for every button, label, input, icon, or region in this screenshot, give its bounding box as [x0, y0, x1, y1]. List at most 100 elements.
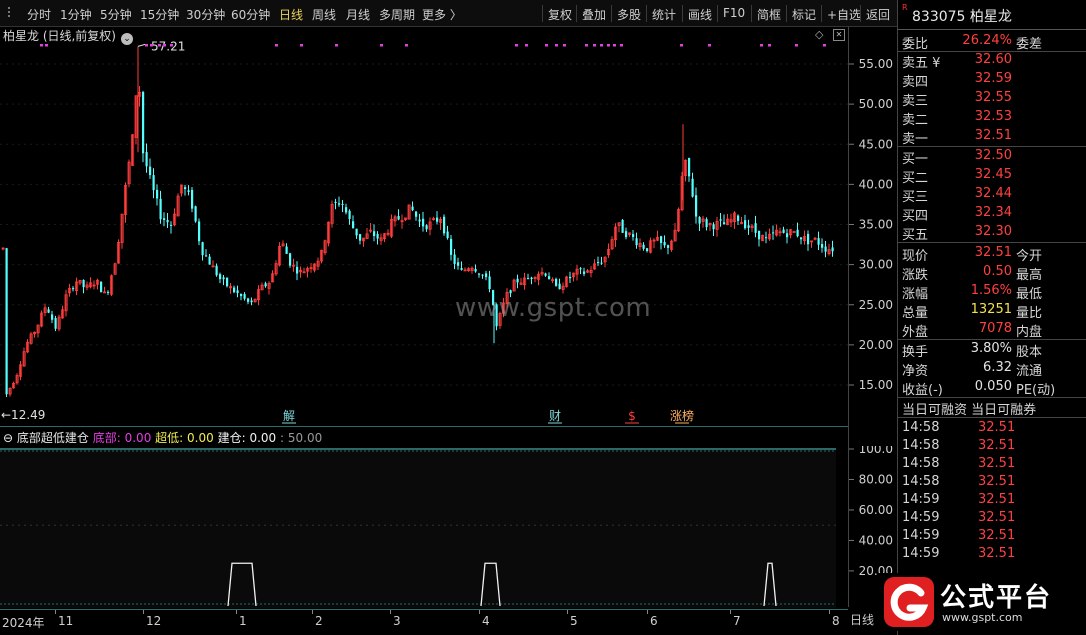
- candle-body: [159, 198, 162, 220]
- diamond-icon[interactable]: ◇: [815, 28, 823, 41]
- stock-code-name[interactable]: 833075 柏星龙: [912, 6, 1012, 26]
- quote-value: 3.80%: [970, 341, 1012, 356]
- y-tick-label: 35.00: [859, 218, 893, 232]
- function-button-7[interactable]: 标记: [792, 6, 816, 23]
- function-button-3[interactable]: 统计: [652, 6, 676, 23]
- quote-panel: R 833075 柏星龙 委比 26.24% 委差 卖五 ¥32.60 卖四 32.59 卖…: [897, 0, 1086, 635]
- event-marker-label: 财: [549, 409, 561, 423]
- quote-value: 32.45: [974, 167, 1012, 182]
- candle-body: [488, 276, 491, 290]
- quote-row: 现价 32.51 今开: [898, 244, 1086, 264]
- period-tab-0[interactable]: 分时: [27, 6, 51, 23]
- function-button-6[interactable]: 简框: [757, 6, 781, 23]
- period-tab-2[interactable]: 5分钟: [100, 6, 132, 23]
- event-marker-1: 财: [548, 409, 562, 424]
- tick-price: 32.51: [978, 510, 1016, 525]
- candle-body: [373, 231, 376, 237]
- date-label: 2: [315, 614, 323, 628]
- candle-body: [82, 279, 85, 288]
- signal-dot: [158, 44, 161, 47]
- candle-body: [485, 273, 488, 278]
- brand-logo: 公式平台 www.gspt.com: [878, 573, 1083, 631]
- candle-body: [187, 190, 190, 193]
- period-button[interactable]: 日线: [850, 611, 874, 628]
- brand-url: www.gspt.com: [942, 611, 1023, 624]
- date-label: 5: [570, 614, 578, 628]
- candle-body: [156, 189, 159, 199]
- date-tick: [55, 610, 56, 614]
- tick-time: 14:58: [902, 420, 940, 435]
- high-pointer: [137, 43, 146, 47]
- quote-label: 总量: [902, 306, 929, 321]
- function-button-0[interactable]: 复权: [548, 6, 572, 23]
- quote-row: 卖一 32.51: [898, 127, 1086, 147]
- function-button-4[interactable]: 画线: [688, 6, 712, 23]
- quote-label: 委比: [902, 37, 929, 52]
- candle-body: [345, 207, 348, 213]
- candle-body: [705, 219, 708, 228]
- axis-divider: [848, 27, 849, 607]
- low-label: ←12.49: [1, 408, 45, 422]
- signal-dot: [545, 44, 548, 47]
- quote-row: 外盘 7078 内盘: [898, 320, 1086, 340]
- close-icon[interactable]: ✕: [833, 29, 845, 41]
- indicator-label-1: 底部:: [92, 431, 121, 445]
- tick-row: 14:58 32.51: [898, 419, 1086, 437]
- period-tab-7[interactable]: 周线: [312, 6, 336, 23]
- candle-body: [240, 294, 243, 297]
- period-tab-1[interactable]: 1分钟: [60, 6, 92, 23]
- quote-label: 净资: [902, 364, 929, 379]
- signal-dot: [163, 44, 166, 47]
- period-tab-10[interactable]: 更多 〉: [422, 6, 462, 23]
- toolbar-grip-icon[interactable]: [6, 5, 14, 21]
- period-tab-3[interactable]: 15分钟: [140, 6, 179, 23]
- indicator-chart[interactable]: 100.080.0060.0040.0020.00: [0, 446, 897, 609]
- collapse-icon[interactable]: ⊖: [3, 431, 13, 445]
- period-tab-9[interactable]: 多周期: [379, 6, 415, 23]
- date-tick: [312, 610, 313, 614]
- candle-body: [352, 221, 355, 229]
- signal-dot: [335, 44, 338, 47]
- quote-value: 32.30: [974, 224, 1012, 239]
- function-button-1[interactable]: 叠加: [582, 6, 606, 23]
- date-label: 7: [733, 614, 741, 628]
- quote-label: 涨幅: [902, 287, 929, 302]
- signal-dot: [150, 44, 153, 47]
- candle-body: [72, 288, 75, 290]
- candle-body: [296, 266, 299, 274]
- date-label: 3: [393, 614, 401, 628]
- quote-label: 卖五 ¥: [902, 56, 941, 71]
- function-button-2[interactable]: 多股: [617, 6, 641, 23]
- y-tick-label: 40.00: [859, 177, 893, 191]
- y-tick-label: 45.00: [859, 137, 893, 151]
- date-tick: [829, 610, 830, 614]
- indicator-label-2: 超低:: [155, 431, 184, 445]
- candle-body: [226, 277, 229, 287]
- candle-body: [698, 216, 701, 224]
- function-button-5[interactable]: F10: [723, 6, 745, 20]
- function-button-8[interactable]: +自选: [827, 6, 861, 23]
- chevron-down-icon[interactable]: ⌄: [121, 33, 133, 45]
- signal-dot: [680, 44, 683, 47]
- signal-dot: [170, 44, 173, 47]
- period-tab-8[interactable]: 月线: [346, 6, 370, 23]
- period-tab-6[interactable]: 日线: [279, 6, 303, 23]
- candle-body: [194, 206, 197, 222]
- function-button-9[interactable]: 返回: [866, 6, 890, 23]
- candle-body: [474, 269, 477, 272]
- signal-dot: [585, 44, 588, 47]
- indicator-bg: [0, 448, 836, 608]
- kline-chart[interactable]: 55.00 50.00 45.00 40.00 35.00 30.00 25.00 20.00…: [0, 27, 897, 427]
- quote-value: 13251: [970, 302, 1012, 317]
- indicator-name[interactable]: 底部超低建仓: [17, 431, 89, 445]
- candle-body: [555, 278, 558, 286]
- signal-dot: [600, 44, 603, 47]
- candle-body: [338, 203, 341, 205]
- date-tick: [236, 610, 237, 614]
- period-tab-4[interactable]: 30分钟: [186, 6, 225, 23]
- candle-body: [747, 225, 750, 228]
- period-tab-5[interactable]: 60分钟: [231, 6, 270, 23]
- candle-body: [348, 210, 351, 219]
- chart-title: 柏星龙 (日线,前复权) ⌄: [3, 27, 133, 45]
- quote-row: 涨跌 0.50 最高: [898, 263, 1086, 283]
